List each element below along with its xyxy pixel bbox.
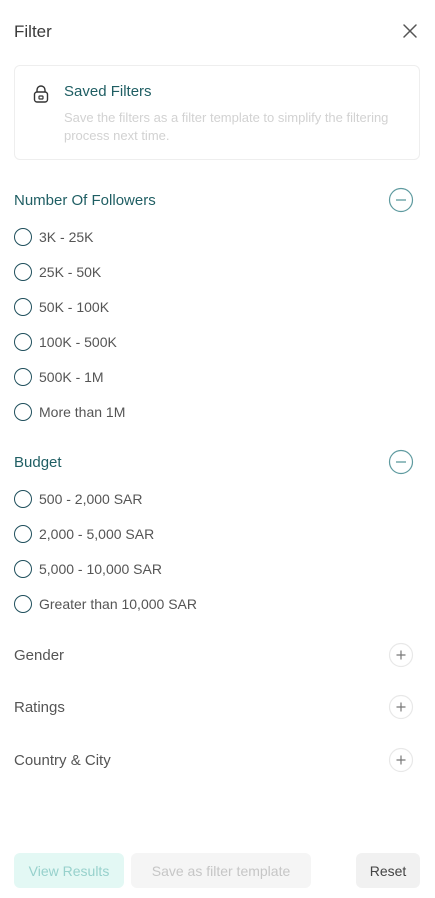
option-label: 100K - 500K xyxy=(39,334,117,350)
section-ratings-header[interactable]: Ratings xyxy=(14,694,414,720)
followers-option-4[interactable]: 100K - 500K xyxy=(14,332,117,352)
section-country-city-header[interactable]: Country & City xyxy=(14,747,414,773)
budget-option-2[interactable]: 2,000 - 5,000 SAR xyxy=(14,524,154,544)
option-label: 2,000 - 5,000 SAR xyxy=(39,526,155,542)
section-title-ratings: Ratings xyxy=(14,699,65,716)
budget-option-3[interactable]: 5,000 - 10,000 SAR xyxy=(14,559,162,579)
saved-filters-description: Save the filters as a filter template to… xyxy=(64,110,389,143)
option-label: 25K - 50K xyxy=(39,264,102,280)
saved-filters-card[interactable]: Saved Filters Save the filters as a filt… xyxy=(14,65,420,160)
section-title-budget: Budget xyxy=(14,454,62,471)
followers-option-1[interactable]: 3K - 25K xyxy=(14,227,93,247)
followers-option-6[interactable]: More than 1M xyxy=(14,402,125,422)
radio-button[interactable] xyxy=(14,368,32,386)
option-label: 50K - 100K xyxy=(39,299,110,315)
lock-icon xyxy=(33,85,49,103)
view-results-button[interactable]: View Results xyxy=(14,853,124,888)
expand-icon[interactable] xyxy=(388,642,414,668)
radio-button[interactable] xyxy=(14,263,32,281)
expand-icon[interactable] xyxy=(388,747,414,773)
followers-option-3[interactable]: 50K - 100K xyxy=(14,297,109,317)
followers-option-5[interactable]: 500K - 1M xyxy=(14,367,104,387)
option-label: 5,000 - 10,000 SAR xyxy=(39,561,162,577)
option-label: 3K - 25K xyxy=(39,229,94,245)
option-label: Greater than 10,000 SAR xyxy=(39,596,197,612)
option-label: 500K - 1M xyxy=(39,369,104,385)
radio-button[interactable] xyxy=(14,490,32,508)
radio-button[interactable] xyxy=(14,525,32,543)
section-followers-header[interactable]: Number Of Followers xyxy=(14,187,414,213)
radio-button[interactable] xyxy=(14,403,32,421)
option-label: 500 - 2,000 SAR xyxy=(39,491,143,507)
section-budget-header[interactable]: Budget xyxy=(14,449,414,475)
filter-header: Filter xyxy=(14,20,419,44)
saved-filters-title: Saved Filters xyxy=(64,83,152,100)
option-label: More than 1M xyxy=(39,404,126,420)
expand-icon[interactable] xyxy=(388,694,414,720)
section-title-followers: Number Of Followers xyxy=(14,192,156,209)
section-title-country-city: Country & City xyxy=(14,752,111,769)
filter-footer: View Results Save as filter template Res… xyxy=(0,853,435,888)
collapse-icon[interactable] xyxy=(388,187,414,213)
radio-button[interactable] xyxy=(14,595,32,613)
close-icon[interactable] xyxy=(401,22,419,40)
budget-option-4[interactable]: Greater than 10,000 SAR xyxy=(14,594,197,614)
collapse-icon[interactable] xyxy=(388,449,414,475)
reset-button[interactable]: Reset xyxy=(356,853,420,888)
section-gender-header[interactable]: Gender xyxy=(14,642,414,668)
radio-button[interactable] xyxy=(14,560,32,578)
budget-option-1[interactable]: 500 - 2,000 SAR xyxy=(14,489,143,509)
radio-button[interactable] xyxy=(14,298,32,316)
radio-button[interactable] xyxy=(14,333,32,351)
followers-option-2[interactable]: 25K - 50K xyxy=(14,262,101,282)
radio-button[interactable] xyxy=(14,228,32,246)
page-title: Filter xyxy=(14,22,52,41)
save-template-button[interactable]: Save as filter template xyxy=(131,853,311,888)
section-title-gender: Gender xyxy=(14,647,65,664)
